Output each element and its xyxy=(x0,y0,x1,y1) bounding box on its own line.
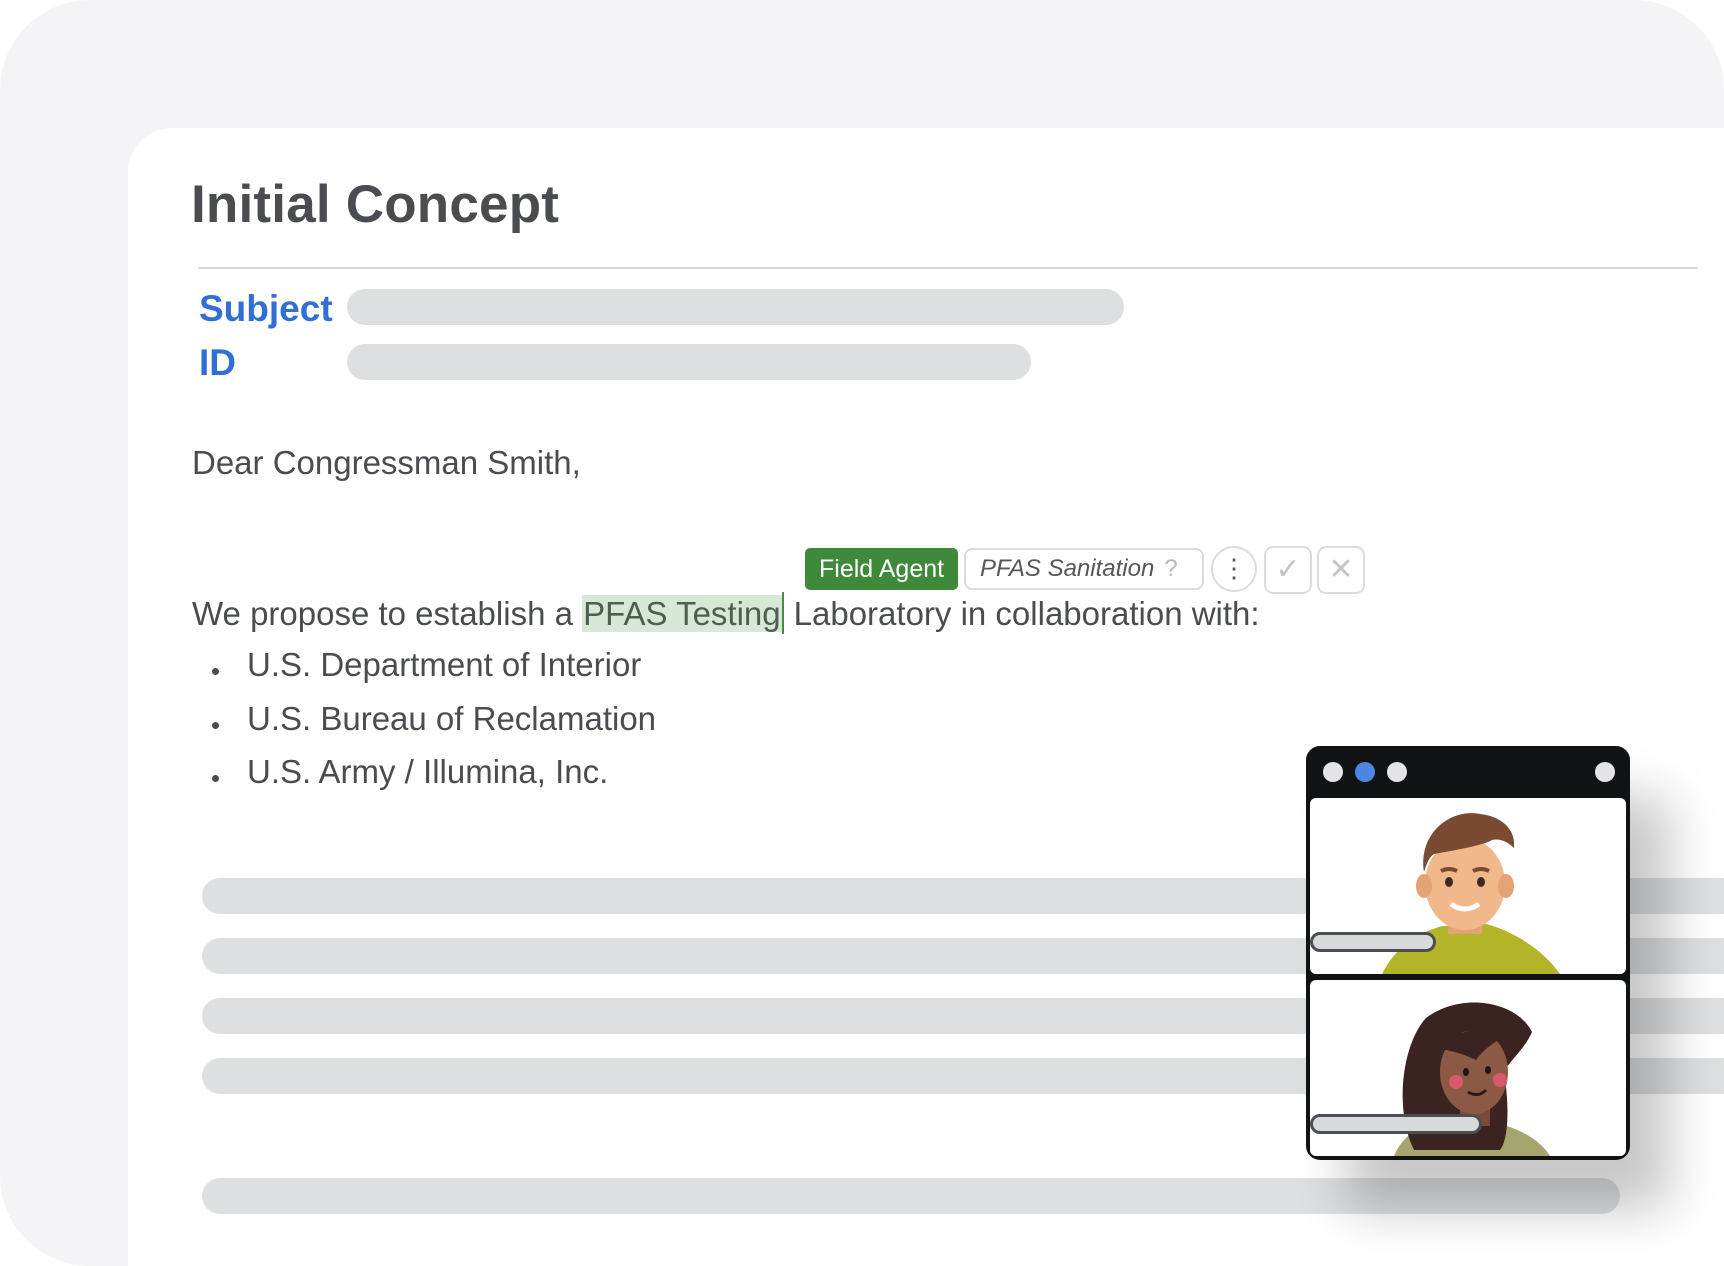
video-call-window[interactable] xyxy=(1306,746,1630,1160)
subject-field[interactable] xyxy=(347,289,1124,325)
participant-name-bar xyxy=(1310,932,1436,952)
bullet-icon xyxy=(212,722,219,729)
help-icon[interactable]: ? xyxy=(1164,555,1177,582)
checkmark-icon[interactable]: ✓ xyxy=(1264,546,1312,594)
sentence-start: We propose to establish a xyxy=(192,595,583,632)
greeting-text: Dear Congressman Smith, xyxy=(192,444,581,481)
placeholder-line xyxy=(202,1178,1620,1214)
suggestion-box[interactable]: PFAS Sanitation? xyxy=(964,548,1204,590)
bullet-icon xyxy=(212,668,219,675)
close-icon[interactable]: ✕ xyxy=(1317,546,1365,594)
window-control-dot[interactable] xyxy=(1323,762,1343,782)
title-divider xyxy=(198,267,1698,269)
window-control-dot-active[interactable] xyxy=(1355,762,1375,782)
text-cursor xyxy=(781,592,784,634)
list-item: U.S. Bureau of Reclamation xyxy=(247,700,657,737)
participant-name-bar xyxy=(1310,1114,1482,1134)
subject-label: Subject xyxy=(199,288,333,329)
id-field[interactable] xyxy=(347,344,1031,380)
id-label: ID xyxy=(199,342,236,383)
highlighted-term[interactable]: PFAS Testing xyxy=(582,595,782,632)
more-options-icon[interactable]: ⋮ xyxy=(1211,546,1257,592)
bullet-icon xyxy=(212,775,219,782)
window-control-dot[interactable] xyxy=(1595,762,1615,782)
app-frame: Initial Concept Subject ID Dear Congress… xyxy=(0,0,1724,1266)
proposal-sentence: We propose to establish a PFAS Testing La… xyxy=(192,592,1260,634)
suggestion-text: PFAS Sanitation xyxy=(980,555,1155,582)
list-item: U.S. Department of Interior xyxy=(247,646,642,683)
window-control-dot[interactable] xyxy=(1387,762,1407,782)
page-title: Initial Concept xyxy=(191,175,560,234)
sentence-end: Laboratory in collaboration with: xyxy=(793,595,1260,632)
list-item: U.S. Army / Illumina, Inc. xyxy=(247,753,609,790)
field-agent-tag[interactable]: Field Agent xyxy=(805,548,959,590)
